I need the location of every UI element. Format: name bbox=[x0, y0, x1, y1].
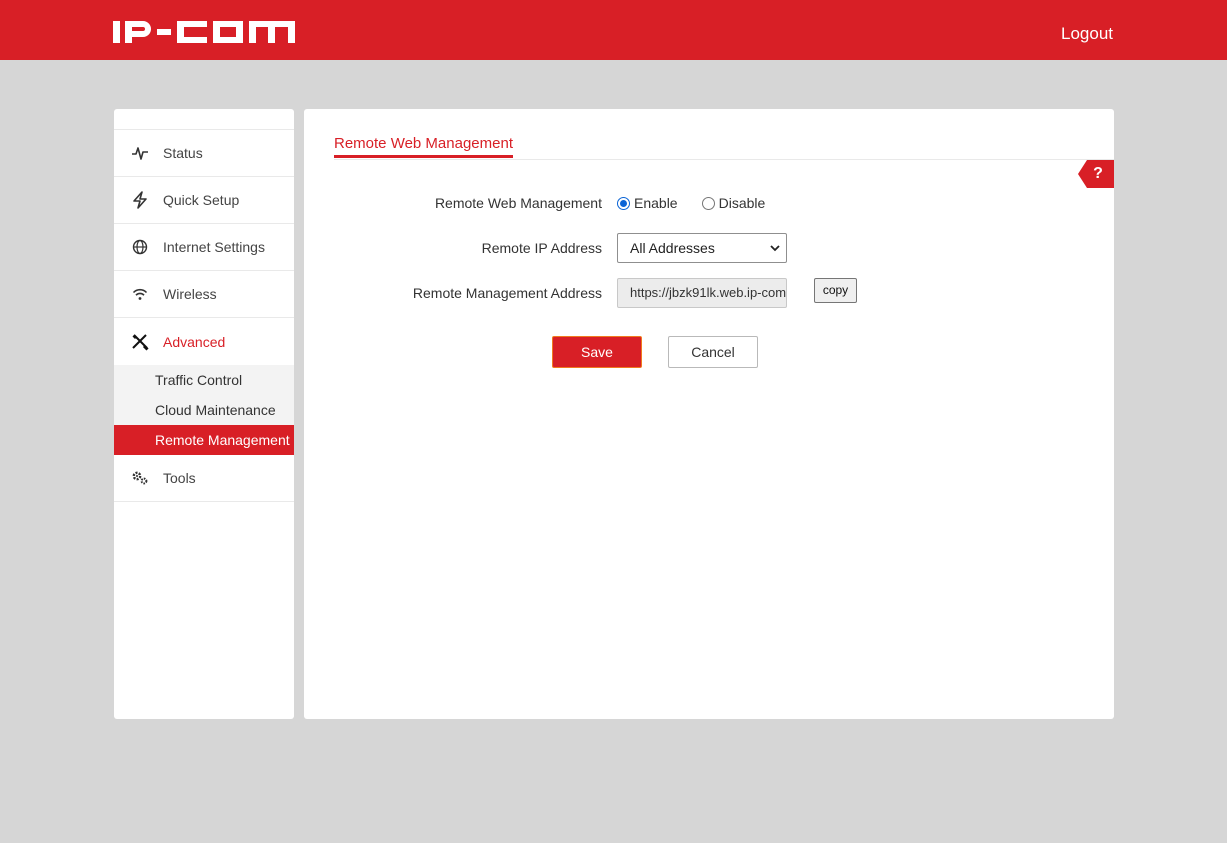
sidebar-item-advanced[interactable]: Advanced bbox=[114, 318, 294, 365]
sidebar-item-label: Advanced bbox=[163, 333, 226, 350]
radio-dot bbox=[701, 196, 715, 210]
top-header: Logout bbox=[0, 0, 1227, 60]
tools-cross-icon bbox=[130, 332, 150, 352]
sidebar-item-status[interactable]: Status bbox=[114, 130, 294, 177]
sidebar-item-label: Internet Settings bbox=[163, 239, 265, 255]
radio-dot-checked bbox=[617, 196, 630, 210]
help-icon[interactable]: ? bbox=[1078, 160, 1114, 188]
remote-ip-address-select[interactable]: All Addresses bbox=[617, 233, 787, 263]
copy-button[interactable]: copy bbox=[814, 278, 857, 303]
remote-management-address-row: Remote Management Address https://jbzk91… bbox=[304, 278, 1114, 308]
svg-text:?: ? bbox=[1093, 165, 1103, 182]
submenu-item-traffic-control[interactable]: Traffic Control bbox=[114, 365, 294, 395]
submenu-item-remote-management[interactable]: Remote Management bbox=[114, 425, 294, 455]
advanced-submenu: Traffic Control Cloud Maintenance Remote… bbox=[114, 365, 294, 455]
save-button[interactable]: Save bbox=[552, 336, 642, 368]
remote-web-management-row: Remote Web Management Enable Disable bbox=[304, 188, 1114, 218]
cancel-button[interactable]: Cancel bbox=[668, 336, 758, 368]
chevron-down-icon bbox=[770, 245, 780, 252]
ip-com-logo bbox=[113, 21, 295, 43]
disable-radio[interactable]: Disable bbox=[701, 195, 766, 211]
remote-ip-address-row: Remote IP Address All Addresses bbox=[304, 233, 1114, 263]
pulse-icon bbox=[130, 143, 150, 163]
wifi-icon bbox=[130, 284, 150, 304]
sidebar-item-tools[interactable]: Tools bbox=[114, 455, 294, 502]
sidebar-item-internet-settings[interactable]: Internet Settings bbox=[114, 224, 294, 271]
sidebar: Status Quick Setup Internet Settings Wir… bbox=[114, 109, 294, 719]
sidebar-item-quick-setup[interactable]: Quick Setup bbox=[114, 177, 294, 224]
sidebar-item-label: Status bbox=[163, 145, 203, 161]
enable-radio[interactable]: Enable bbox=[617, 195, 678, 211]
remote-ip-address-value: All Addresses bbox=[630, 240, 715, 256]
remote-web-management-label: Remote Web Management bbox=[434, 195, 602, 211]
remote-ip-address-label: Remote IP Address bbox=[481, 240, 602, 256]
logout-link[interactable]: Logout bbox=[1061, 24, 1113, 44]
lightning-icon bbox=[130, 190, 150, 210]
submenu-item-cloud-maintenance[interactable]: Cloud Maintenance bbox=[114, 395, 294, 425]
remote-management-address-label: Remote Management Address bbox=[412, 285, 602, 301]
sidebar-nav: Status Quick Setup Internet Settings Wir… bbox=[114, 129, 294, 502]
title-divider bbox=[334, 159, 1114, 160]
globe-icon bbox=[130, 237, 150, 257]
sidebar-item-label: Wireless bbox=[163, 286, 217, 302]
sidebar-item-wireless[interactable]: Wireless bbox=[114, 271, 294, 318]
remote-management-address-field[interactable]: https://jbzk91lk.web.ip-com bbox=[617, 278, 787, 308]
enable-radio-label: Enable bbox=[634, 195, 678, 211]
page-title: Remote Web Management bbox=[334, 135, 513, 158]
sidebar-item-label: Quick Setup bbox=[163, 192, 240, 208]
gears-icon bbox=[130, 468, 150, 488]
remote-web-management-radio-group: Enable Disable bbox=[617, 188, 789, 218]
main-panel: Remote Web Management ? Remote Web Manag… bbox=[304, 109, 1114, 719]
disable-radio-label: Disable bbox=[718, 195, 766, 211]
remote-management-address-value: https://jbzk91lk.web.ip-com bbox=[630, 285, 787, 300]
sidebar-item-label: Tools bbox=[163, 470, 196, 486]
